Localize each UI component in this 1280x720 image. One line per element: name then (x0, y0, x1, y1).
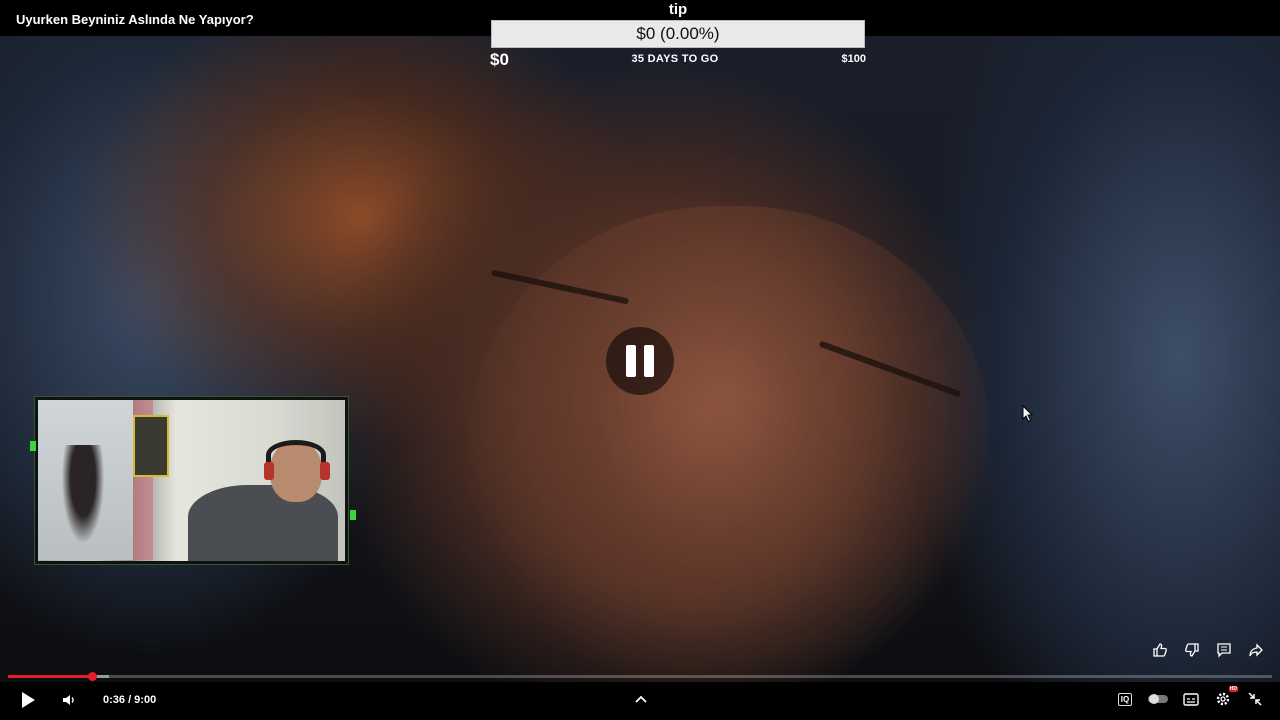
seek-bar[interactable] (8, 672, 1272, 681)
action-icons (1150, 640, 1266, 660)
webcam-figure-statue (58, 445, 108, 555)
thumbs-down-icon[interactable] (1182, 640, 1202, 660)
center-pause-button[interactable] (606, 327, 674, 395)
iq-button[interactable]: IQ (1116, 690, 1134, 708)
pause-icon (626, 345, 654, 377)
webcam-handle-left[interactable] (30, 441, 36, 451)
seek-bar-played (8, 675, 93, 678)
iq-icon: IQ (1117, 692, 1133, 706)
volume-icon (63, 695, 74, 705)
headphone-ear-right (320, 462, 330, 480)
chevron-up-icon (635, 695, 647, 703)
tip-days-remaining: 35 DAYS TO GO (631, 53, 719, 65)
video-face (470, 206, 990, 686)
thumbs-up-icon[interactable] (1150, 640, 1170, 660)
play-button[interactable] (16, 689, 40, 711)
comment-icon[interactable] (1214, 640, 1234, 660)
webcam-handle-right[interactable] (350, 510, 356, 520)
autoplay-toggle[interactable] (1146, 690, 1170, 708)
headphones-icon (266, 440, 326, 470)
subtitles-icon (1183, 692, 1199, 706)
headphone-ear-left (264, 462, 274, 480)
settings-button[interactable]: HD (1213, 686, 1238, 709)
play-icon (22, 692, 35, 708)
volume-button[interactable] (58, 690, 80, 710)
tip-progress-bar: $0 (0.00%) (491, 20, 865, 48)
tip-amount: $0 (0.00%) (636, 24, 720, 43)
exit-fullscreen-icon (1248, 692, 1262, 706)
mouse-cursor-icon (1022, 405, 1034, 423)
exit-fullscreen-button[interactable] (1246, 690, 1264, 708)
video-title[interactable]: Uyurken Beyniniz Aslında Ne Yapıyor? (16, 12, 254, 27)
webcam-poster (133, 415, 169, 477)
tip-label: tip (668, 1, 688, 18)
expand-panel-button[interactable] (632, 690, 650, 708)
tip-goal-label: $100 (841, 53, 866, 65)
hd-badge: HD (1228, 686, 1238, 692)
settings-icon (1216, 692, 1230, 706)
subtitles-button[interactable] (1181, 690, 1201, 708)
webcam-overlay (34, 396, 349, 565)
tip-widget: tip $0 (0.00%) $0 35 DAYS TO GO $100 (490, 0, 866, 70)
share-icon[interactable] (1246, 640, 1266, 660)
time-display: 0:36 / 9:00 (103, 694, 157, 706)
webcam-person-body (188, 485, 338, 561)
autoplay-toggle-icon (1148, 694, 1168, 704)
